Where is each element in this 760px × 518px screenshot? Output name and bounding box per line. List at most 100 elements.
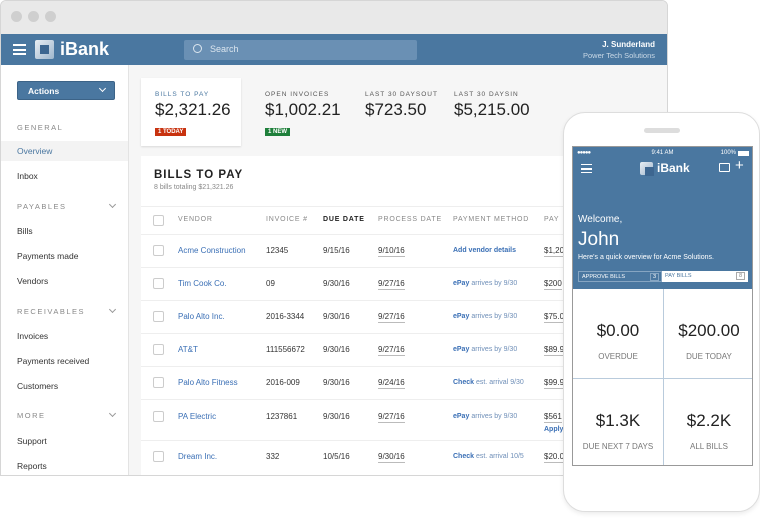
pay-bills-tab[interactable]: PAY BILLS 8 xyxy=(662,271,748,282)
tile-label: DUE NEXT 7 DAYS xyxy=(582,442,654,451)
sidebar-item-invoices[interactable]: Invoices xyxy=(1,326,128,346)
sidebar-item-inbox[interactable]: Inbox xyxy=(1,166,128,186)
menu-icon[interactable] xyxy=(581,164,592,173)
phone-brand: iBank xyxy=(657,161,690,175)
tile-label: DUE TODAY xyxy=(686,352,732,361)
pay-amount-input[interactable]: $75.0 xyxy=(544,312,565,323)
column-header-pay[interactable]: PAY xyxy=(544,216,559,223)
summary-open-invoices[interactable]: OPEN INVOICES $1,002.21 1 NEW xyxy=(265,91,341,138)
sidebar-item-vendors[interactable]: Vendors xyxy=(1,271,128,291)
sidebar-section-payables[interactable]: PAYABLES xyxy=(17,200,117,211)
payment-method-type: ePay xyxy=(453,313,470,320)
briefcase-icon[interactable] xyxy=(719,163,730,172)
row-checkbox[interactable] xyxy=(153,245,164,256)
payment-method[interactable]: ePay arrives by 9/30 xyxy=(453,313,517,320)
row-checkbox[interactable] xyxy=(153,377,164,388)
row-checkbox[interactable] xyxy=(153,411,164,422)
close-window-button[interactable] xyxy=(11,11,22,22)
column-header-invoice-[interactable]: INVOICE # xyxy=(266,216,308,223)
due-date: 9/15/16 xyxy=(323,246,350,255)
summary-last-30-out[interactable]: LAST 30 DAYSOUT $723.50 xyxy=(365,91,438,120)
sidebar-section-general: GENERAL xyxy=(17,123,64,132)
column-header-process-date[interactable]: PROCESS DATE xyxy=(378,216,442,223)
payment-method[interactable]: ePay arrives by 9/30 xyxy=(453,413,517,420)
sidebar-item-payments-received[interactable]: Payments received xyxy=(1,351,128,371)
vendor-link[interactable]: Dream Inc. xyxy=(178,452,217,461)
vendor-link[interactable]: AT&T xyxy=(178,345,198,354)
process-date-input[interactable]: 9/24/16 xyxy=(378,378,405,389)
tile-value: $2.2K xyxy=(686,411,732,430)
pay-amount-input[interactable]: $561 xyxy=(544,412,562,423)
sidebar-item-support[interactable]: Support xyxy=(1,431,128,451)
approve-bills-tab[interactable]: APPROVE BILLS 3 xyxy=(578,271,662,282)
sidebar-item-payments-made[interactable]: Payments made xyxy=(1,246,128,266)
menu-icon[interactable] xyxy=(13,44,26,55)
sidebar-item-reports[interactable]: Reports xyxy=(1,456,128,475)
process-date-input[interactable]: 9/27/16 xyxy=(378,312,405,323)
payment-method[interactable]: Check est. arrival 10/5 xyxy=(453,453,524,460)
summary-label: LAST 30 DAYSIN xyxy=(454,91,519,98)
user-info[interactable]: J. Sunderland Power Tech Solutions xyxy=(583,40,655,60)
vendor-link[interactable]: Palo Alto Inc. xyxy=(178,312,225,321)
column-header-due-date[interactable]: DUE DATE xyxy=(323,216,365,223)
tile-due-next-7-days[interactable]: $1.3K DUE NEXT 7 DAYS xyxy=(573,379,663,465)
pay-amount-input[interactable]: $1,20 xyxy=(544,246,565,257)
add-icon[interactable]: + xyxy=(735,157,744,174)
payment-method[interactable]: ePay arrives by 9/30 xyxy=(453,346,517,353)
section-title: RECEIVABLES xyxy=(17,307,86,316)
tiles-grid: $0.00 OVERDUE $200.00 DUE TODAY $1.3K DUE N… xyxy=(573,289,752,465)
pay-amount-input[interactable]: $89.9 xyxy=(544,345,565,356)
title-bar xyxy=(1,1,667,34)
vendor-link[interactable]: Tim Cook Co. xyxy=(178,279,227,288)
payment-method[interactable]: Check est. arrival 9/30 xyxy=(453,379,524,386)
column-header-vendor[interactable]: VENDOR xyxy=(178,216,213,223)
vendor-link[interactable]: Acme Construction xyxy=(178,246,246,255)
process-date-input[interactable]: 9/10/16 xyxy=(378,246,405,257)
chevron-down-icon xyxy=(108,200,117,209)
payment-method-type: ePay xyxy=(453,346,470,353)
vendor-link[interactable]: PA Electric xyxy=(178,412,216,421)
pay-amount-input[interactable]: $99.9 xyxy=(544,378,565,389)
process-date-input[interactable]: 9/27/16 xyxy=(378,279,405,290)
tile-due-today[interactable]: $200.00 DUE TODAY xyxy=(664,289,752,378)
tile-value: $0.00 xyxy=(596,321,640,340)
actions-button[interactable]: Actions xyxy=(17,81,115,100)
summary-bills-to-pay[interactable]: BILLS TO PAY $2,321.26 1 TODAY xyxy=(141,78,241,146)
row-checkbox[interactable] xyxy=(153,344,164,355)
sidebar-item-customers[interactable]: Customers xyxy=(1,376,128,396)
tab-label: PAY BILLS xyxy=(665,273,692,279)
pay-amount-input[interactable]: $200 xyxy=(544,279,562,290)
select-all-checkbox[interactable] xyxy=(153,215,164,226)
vendor-link[interactable]: Palo Alto Fitness xyxy=(178,378,238,387)
row-checkbox[interactable] xyxy=(153,451,164,462)
apply-link[interactable]: Apply xyxy=(544,426,563,433)
process-date-input[interactable]: 9/27/16 xyxy=(378,345,405,356)
due-date: 9/30/16 xyxy=(323,378,350,387)
tab-count: 8 xyxy=(735,272,745,280)
process-date-input[interactable]: 9/30/16 xyxy=(378,452,405,463)
phone-mockup: ●●●●● 9:41 AM 100% iBank + Welcome, John… xyxy=(563,112,760,512)
payment-method[interactable]: Add vendor details xyxy=(453,247,516,254)
tile-all-bills[interactable]: $2.2K ALL BILLS xyxy=(664,379,752,465)
minimize-window-button[interactable] xyxy=(28,11,39,22)
payment-method[interactable]: ePay arrives by 9/30 xyxy=(453,280,517,287)
row-checkbox[interactable] xyxy=(153,311,164,322)
search-icon xyxy=(193,44,202,53)
sidebar-section-more[interactable]: MORE xyxy=(17,409,117,420)
payment-method-type: Add vendor details xyxy=(453,247,517,254)
sidebar-section-receivables[interactable]: RECEIVABLES xyxy=(17,305,117,316)
row-checkbox[interactable] xyxy=(153,278,164,289)
search-input[interactable]: Search xyxy=(184,40,417,60)
process-date-input[interactable]: 9/27/16 xyxy=(378,412,405,423)
phone-header: ●●●●● 9:41 AM 100% iBank + Welcome, John… xyxy=(573,147,752,289)
summary-last-30-in[interactable]: LAST 30 DAYSIN $5,215.00 xyxy=(454,91,530,120)
sidebar-item-overview[interactable]: Overview xyxy=(1,141,128,161)
ibank-logo-icon xyxy=(640,162,654,176)
payment-arrival-note: est. arrival 9/30 xyxy=(475,379,524,386)
tile-overdue[interactable]: $0.00 OVERDUE xyxy=(573,289,663,378)
maximize-window-button[interactable] xyxy=(45,11,56,22)
column-header-payment-method[interactable]: PAYMENT METHOD xyxy=(453,216,529,223)
pay-amount-input[interactable]: $20.0 xyxy=(544,452,565,463)
sidebar-item-bills[interactable]: Bills xyxy=(1,221,128,241)
tile-value: $1.3K xyxy=(595,411,641,430)
